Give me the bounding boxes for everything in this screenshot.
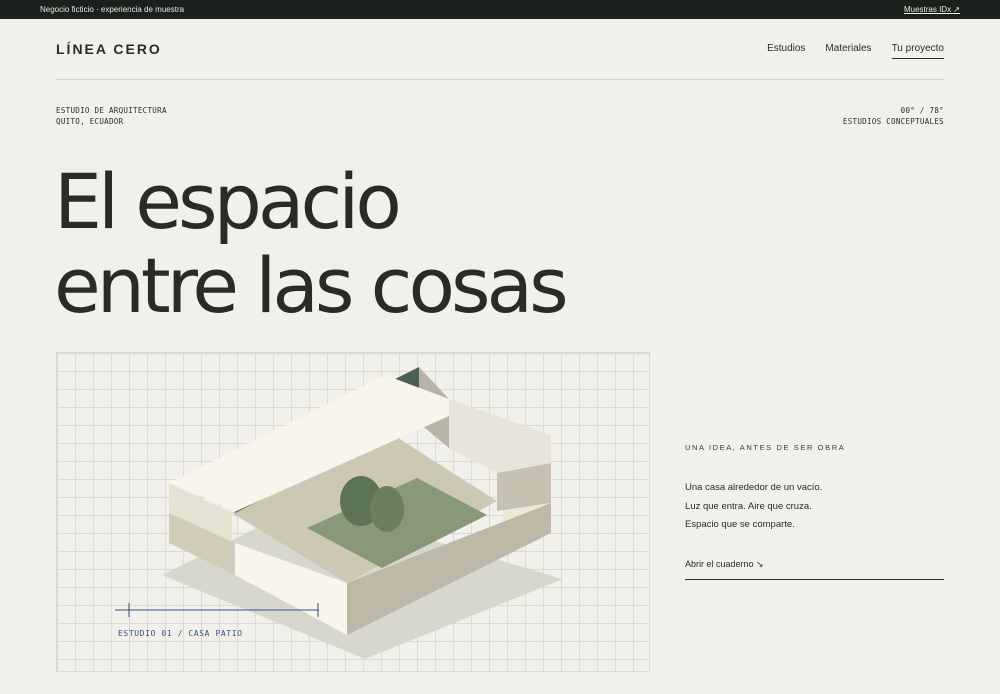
isometric-house-drawing: ESTUDIO 01 / CASA PATIO bbox=[56, 352, 650, 672]
concept-line-2: Luz que entra. Aire que cruza. bbox=[685, 500, 812, 512]
fictional-notice: Negocio ficticio · experiencia de muestr… bbox=[40, 5, 185, 14]
brand-logo[interactable]: LÍNEA CERO bbox=[56, 41, 162, 57]
tree-canopy bbox=[370, 486, 404, 532]
coordinates-info: 00° / 78° ESTUDIOS CONCEPTUALES bbox=[843, 105, 944, 127]
concept-line-3: Espacio que se comparte. bbox=[685, 519, 795, 530]
nav-estudios[interactable]: Estudios bbox=[767, 43, 805, 59]
hero-line-1: El espacio bbox=[54, 157, 402, 246]
studio-type: ESTUDIO DE ARQUITECTURA bbox=[56, 106, 167, 115]
concept-line-1: Una casa alrededor de un vacío. bbox=[685, 482, 823, 493]
hero-title: El espacio entre las cosas bbox=[54, 157, 569, 330]
header-divider bbox=[56, 79, 944, 80]
drawing-caption: ESTUDIO 01 / CASA PATIO bbox=[118, 629, 243, 638]
open-notebook-link[interactable]: Abrir el cuaderno ↘ bbox=[685, 559, 944, 580]
concept-eyebrow: UNA IDEA, ANTES DE SER OBRA bbox=[685, 443, 846, 452]
studio-location: QUITO, ECUADOR bbox=[56, 117, 124, 126]
studio-info: ESTUDIO DE ARQUITECTURA QUITO, ECUADOR bbox=[56, 105, 167, 127]
main-nav: Estudios Materiales Tu proyecto bbox=[767, 43, 944, 59]
nav-materiales[interactable]: Materiales bbox=[825, 43, 871, 59]
concept-text: Una casa alrededor de un vacío. Luz que … bbox=[685, 479, 944, 535]
studies-label: ESTUDIOS CONCEPTUALES bbox=[842, 117, 944, 126]
house-illustration bbox=[115, 367, 563, 659]
coordinates: 00° / 78° bbox=[900, 106, 944, 115]
nav-tu-proyecto[interactable]: Tu proyecto bbox=[891, 43, 944, 59]
hero-line-2: entre las cosas bbox=[54, 241, 569, 330]
concept-panel: UNA IDEA, ANTES DE SER OBRA Una casa alr… bbox=[685, 443, 944, 580]
samples-link[interactable]: Muestras IDx ↗ bbox=[904, 5, 960, 14]
top-notice-bar: Negocio ficticio · experiencia de muestr… bbox=[0, 0, 1000, 19]
right-wing-side bbox=[449, 399, 551, 473]
